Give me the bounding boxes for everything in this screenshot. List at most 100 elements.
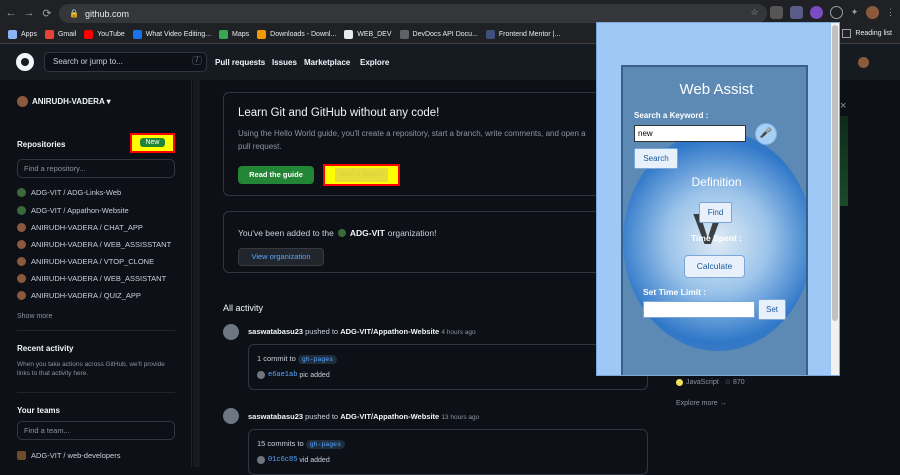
read-guide-button[interactable]: Read the guide — [238, 166, 314, 184]
new-repo-label: New — [140, 138, 165, 147]
learn-title: Learn Git and GitHub without any code! — [238, 107, 440, 119]
nav-explore[interactable]: Explore — [360, 58, 389, 67]
new-repo-button[interactable]: New — [130, 133, 175, 153]
repo-avatar — [17, 223, 26, 232]
repo-link[interactable]: ANIRUDH-VADERA / QUIZ_APP — [17, 291, 141, 300]
branch-badge[interactable]: gh-pages — [305, 440, 345, 449]
puzzle-icon[interactable]: ✦ — [848, 6, 861, 19]
profile-avatar[interactable] — [866, 6, 879, 19]
activity-user[interactable]: saswatabasu23 — [248, 412, 303, 421]
search-input[interactable]: Search or jump to... / — [44, 52, 207, 72]
star-icon[interactable]: ☆ — [748, 6, 761, 19]
bookmark-item[interactable]: What Video Editing... — [132, 30, 212, 39]
github-logo-icon[interactable] — [16, 53, 34, 71]
bookmark-label: WEB_DEV — [357, 31, 392, 38]
team-link[interactable]: ADG-VIT / web-developers — [17, 451, 120, 460]
nav-issues[interactable]: Issues — [272, 58, 297, 67]
team-name: ADG-VIT / web-developers — [31, 451, 121, 460]
microphone-icon[interactable]: 🎤 — [755, 123, 777, 145]
language-dot — [676, 378, 683, 386]
bookmark-item[interactable]: Gmail — [44, 30, 76, 39]
repo-link[interactable]: ANIRUDH-VADERA / VTOP_CLONE — [17, 257, 154, 266]
scrollbar-thumb[interactable] — [832, 25, 838, 321]
extension-icon[interactable] — [790, 6, 803, 19]
activity-user[interactable]: saswatabasu23 — [248, 327, 303, 336]
find-team-input[interactable]: Find a team... — [17, 421, 175, 440]
bookmark-item[interactable]: Frontend Mentor |... — [485, 30, 560, 39]
bookmark-item[interactable]: DevDocs API Docu... — [399, 30, 478, 39]
activity-repo[interactable]: ADG-VIT/Appathon-Website — [340, 412, 439, 421]
bookmark-label: Downloads - Downl... — [270, 31, 337, 38]
avatar — [257, 456, 265, 464]
repo-link[interactable]: ANIRUDH-VADERA / CHAT_APP — [17, 223, 143, 232]
forward-icon[interactable]: → — [22, 7, 36, 19]
user-switcher[interactable]: ANIRUDH-VADERA ▾ — [17, 96, 111, 107]
start-project-button[interactable]: Start a project — [323, 164, 400, 186]
keyword-input[interactable] — [634, 125, 746, 142]
commit-message: pic added — [299, 371, 330, 379]
search-placeholder: Search or jump to... — [53, 57, 123, 66]
find-repo-input[interactable]: Find a repository... — [17, 159, 175, 178]
org-suffix: organization! — [387, 228, 437, 238]
repo-name: ANIRUDH-VADERA / WEB_ASSISSTANT — [31, 240, 172, 249]
calculate-button[interactable]: Calculate — [684, 255, 745, 278]
explore-more-link[interactable]: Explore more → — [676, 400, 727, 407]
repo-link[interactable]: ANIRUDH-VADERA / WEB_ASSISSTANT — [17, 240, 171, 249]
bookmark-item[interactable]: Downloads - Downl... — [257, 30, 336, 39]
repo-avatar — [17, 291, 26, 300]
activity-repo[interactable]: ADG-VIT/Appathon-Website — [340, 327, 439, 336]
time-limit-input[interactable] — [643, 301, 755, 318]
close-icon[interactable]: × — [840, 100, 846, 112]
extension-icon[interactable] — [830, 6, 843, 19]
bookmark-item[interactable]: Maps — [219, 30, 249, 39]
feed: Learn Git and GitHub without any code! U… — [192, 80, 652, 475]
org-name[interactable]: ADG-VIT — [350, 228, 385, 238]
recent-activity-title: Recent activity — [17, 344, 74, 353]
repo-meta: JavaScript ☆ 870 — [676, 378, 745, 386]
bookmark-icon — [399, 30, 409, 39]
commit-sha[interactable]: 01c6c85 — [268, 456, 297, 464]
org-message: You've been added to the ADG-VIT organiz… — [238, 228, 436, 238]
address-bar[interactable]: 🔒 github.com — [59, 4, 767, 23]
set-button[interactable]: Set — [758, 299, 786, 320]
reading-list[interactable]: Reading list — [842, 29, 892, 38]
search-button[interactable]: Search — [634, 148, 678, 169]
bookmark-label: What Video Editing... — [145, 31, 212, 38]
reload-icon[interactable]: ⟳ — [40, 7, 54, 20]
extension-icon[interactable] — [810, 6, 823, 19]
nav-pull-requests[interactable]: Pull requests — [215, 58, 265, 67]
repo-link[interactable]: ADG-VIT / ADG-Links-Web — [17, 188, 121, 197]
avatar[interactable] — [223, 408, 239, 424]
view-organization-button[interactable]: View organization — [238, 248, 324, 266]
web-assist-panel: V Web Assist Search a Keyword : 🎤 Search… — [621, 65, 808, 375]
popup-scrollbar[interactable] — [831, 23, 839, 375]
user-avatar[interactable] — [858, 57, 869, 68]
activity-card: 15 commits to gh-pages 01c6c85 vid added — [248, 429, 648, 475]
bookmark-icon — [8, 30, 17, 39]
commit-count: 15 commits to gh-pages — [257, 439, 345, 449]
repo-avatar — [17, 206, 26, 215]
commit-sha[interactable]: e6ae1ab — [268, 371, 297, 379]
org-card: You've been added to the ADG-VIT organiz… — [223, 211, 648, 273]
start-project-label: Start a project — [335, 168, 388, 182]
show-more-link[interactable]: Show more — [17, 313, 52, 320]
menu-icon[interactable]: ⋮ — [884, 6, 897, 19]
bookmark-label: YouTube — [97, 31, 125, 38]
bookmark-item[interactable]: WEB_DEV — [344, 30, 392, 39]
team-avatar — [17, 451, 26, 460]
nav-marketplace[interactable]: Marketplace — [304, 58, 350, 67]
learn-card: Learn Git and GitHub without any code! U… — [223, 92, 648, 196]
bookmark-item[interactable]: Apps — [8, 30, 37, 39]
repo-link[interactable]: ANIRUDH-VADERA / WEB_ASSISTANT — [17, 274, 166, 283]
avatar[interactable] — [223, 324, 239, 340]
promo-image — [840, 116, 848, 206]
reading-list-label: Reading list — [855, 30, 892, 37]
repo-link[interactable]: ADG-VIT / Appathon-Website — [17, 206, 129, 215]
repo-name: ANIRUDH-VADERA / QUIZ_APP — [31, 291, 141, 300]
back-icon[interactable]: ← — [4, 7, 18, 19]
extension-icon[interactable] — [770, 6, 783, 19]
branch-badge[interactable]: gh-pages — [297, 355, 338, 364]
activity-header: saswatabasu23 pushed to ADG-VIT/Appathon… — [248, 327, 476, 336]
find-button[interactable]: Find — [699, 202, 732, 223]
bookmark-item[interactable]: YouTube — [84, 30, 125, 39]
